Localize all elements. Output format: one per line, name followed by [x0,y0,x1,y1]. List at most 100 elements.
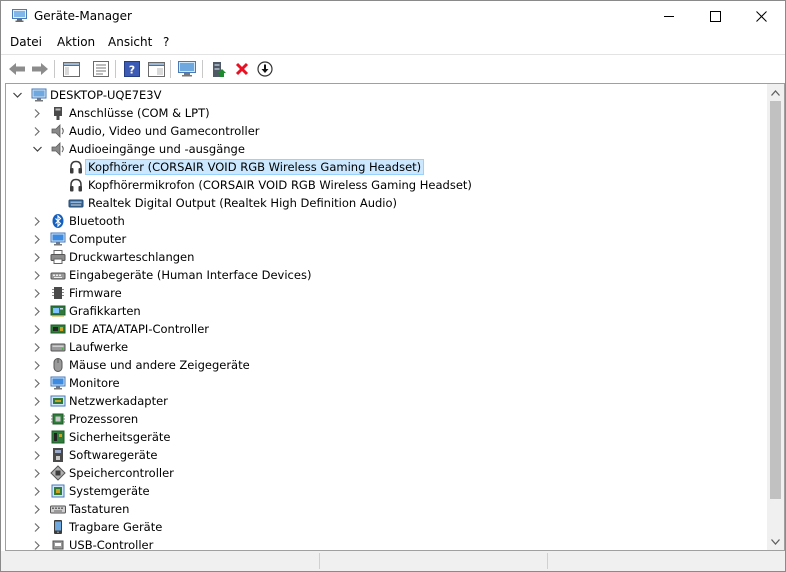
expand-toggle[interactable] [32,266,42,284]
tree-device-1[interactable]: Kopfhörermikrofon (CORSAIR VOID RGB Wire… [6,176,767,194]
category-label: Firmware [69,286,122,300]
tree-device-0[interactable]: Kopfhörer (CORSAIR VOID RGB Wireless Gam… [6,158,767,176]
help-button[interactable]: ? [122,59,142,79]
toolbar: ? [1,54,785,83]
expand-toggle[interactable] [32,230,42,248]
expand-toggle[interactable] [32,536,42,550]
tree-device-2[interactable]: Realtek Digital Output (Realtek High Def… [6,194,767,212]
device-manager-app-icon [12,9,27,22]
tree-category-tastaturen[interactable]: Tastaturen [6,500,767,518]
collapse-toggle[interactable] [12,86,22,104]
menu-datei[interactable]: Datei [10,35,42,49]
status-divider [319,553,321,569]
tree-category-firmware[interactable]: Firmware [6,284,767,302]
expand-toggle[interactable] [32,320,42,338]
uninstall-button[interactable] [232,59,252,79]
expand-toggle[interactable] [32,248,42,266]
category-label: Monitore [69,376,120,390]
expand-toggle[interactable] [32,500,42,518]
device-label: Kopfhörermikrofon (CORSAIR VOID RGB Wire… [88,178,472,192]
view-button[interactable] [146,59,166,79]
software-device-icon [53,448,63,462]
tree-category-audio-video-und-gamecontroller[interactable]: Audio, Video und Gamecontroller [6,122,767,140]
expand-toggle[interactable] [32,446,42,464]
expand-toggle[interactable] [32,428,42,446]
expand-toggle[interactable] [32,356,42,374]
tree-category-computer[interactable]: Computer [6,230,767,248]
download-driver-icon [257,61,273,77]
back-button[interactable] [7,59,27,79]
expand-toggle[interactable] [32,464,42,482]
root-label: DESKTOP-UQE7E3V [50,88,162,102]
expand-toggle[interactable] [32,284,42,302]
firmware-icon [52,287,64,299]
expand-toggle[interactable] [32,518,42,536]
expand-chevron-icon [34,378,40,388]
tree-category-softwaregeräte[interactable]: Softwaregeräte [6,446,767,464]
properties-button[interactable] [91,59,111,79]
tree-category-druckwarteschlangen[interactable]: Druckwarteschlangen [6,248,767,266]
device-tree[interactable]: DESKTOP-UQE7E3V Anschlüsse (COM & LPT) Aud… [5,83,785,551]
back-arrow-icon [9,63,25,75]
expand-chevron-icon [34,396,40,406]
expand-toggle[interactable] [32,374,42,392]
scroll-down-button[interactable] [767,533,784,550]
expand-toggle[interactable] [32,122,42,140]
window-title: Geräte-Manager [34,9,132,23]
scrollbar-thumb[interactable] [770,101,781,499]
tree-category-audioeingänge-und-ausgänge[interactable]: Audioeingänge und -ausgänge [6,140,767,158]
expand-toggle[interactable] [32,302,42,320]
bluetooth-icon [52,214,64,228]
vertical-scrollbar[interactable] [767,84,784,550]
maximize-button[interactable] [692,1,738,32]
menu-aktion[interactable]: Aktion [57,35,95,49]
tree-category-ide-ata-atapi-controller[interactable]: IDE ATA/ATAPI-Controller [6,320,767,338]
tree-category-anschlüsse-com-lpt[interactable]: Anschlüsse (COM & LPT) [6,104,767,122]
expand-chevron-icon [34,234,40,244]
minimize-button[interactable] [646,1,692,32]
tree-category-sicherheitsgeräte[interactable]: Sicherheitsgeräte [6,428,767,446]
tree-category-tragbare-geräte[interactable]: Tragbare Geräte [6,518,767,536]
uninstall-icon [235,62,249,76]
menu-ansicht[interactable]: Ansicht [108,35,152,49]
expand-chevron-icon [34,324,40,334]
device-label: Realtek Digital Output (Realtek High Def… [88,196,398,210]
category-label: Netzwerkadapter [69,394,168,408]
tree-category-prozessoren[interactable]: Prozessoren [6,410,767,428]
tree-category-monitore[interactable]: Monitore [6,374,767,392]
scan-hardware-button[interactable] [177,59,197,79]
show-hide-tree-icon [62,61,80,77]
expand-chevron-icon [34,288,40,298]
expand-chevron-icon [34,450,40,460]
close-button[interactable] [738,1,784,32]
expand-toggle[interactable] [32,392,42,410]
tree-category-systemgeräte[interactable]: Systemgeräte [6,482,767,500]
category-label: Prozessoren [69,412,139,426]
expand-toggle[interactable] [32,482,42,500]
tree-category-netzwerkadapter[interactable]: Netzwerkadapter [6,392,767,410]
scroll-up-button[interactable] [767,84,784,101]
tree-category-usb-controller[interactable]: USB-Controller [6,536,767,550]
category-label: Audio, Video und Gamecontroller [69,124,260,138]
tree-category-grafikkarten[interactable]: Grafikkarten [6,302,767,320]
tree-category-speichercontroller[interactable]: Speichercontroller [6,464,767,482]
expand-toggle[interactable] [32,104,42,122]
tree-category-eingabegeräte-human-interface-devices[interactable]: Eingabegeräte (Human Interface Devices) [6,266,767,284]
title-bar[interactable]: Geräte-Manager [1,1,785,32]
tree-root-node[interactable]: DESKTOP-UQE7E3V [6,86,767,104]
expand-toggle[interactable] [32,410,42,428]
update-driver-button[interactable] [209,59,229,79]
tree-category-bluetooth[interactable]: Bluetooth [6,212,767,230]
expand-toggle[interactable] [32,212,42,230]
forward-button[interactable] [30,59,50,79]
help-icon: ? [124,61,140,77]
menu-help[interactable]: ? [163,35,169,49]
system-device-icon [51,484,65,498]
processor-icon [51,413,65,425]
expand-toggle[interactable] [32,338,42,356]
tree-category-laufwerke[interactable]: Laufwerke [6,338,767,356]
tree-category-mäuse-und-andere-zeigegeräte[interactable]: Mäuse und andere Zeigegeräte [6,356,767,374]
download-driver-button[interactable] [255,59,275,79]
collapse-toggle[interactable] [32,140,42,158]
show-hide-tree-button[interactable] [61,59,81,79]
